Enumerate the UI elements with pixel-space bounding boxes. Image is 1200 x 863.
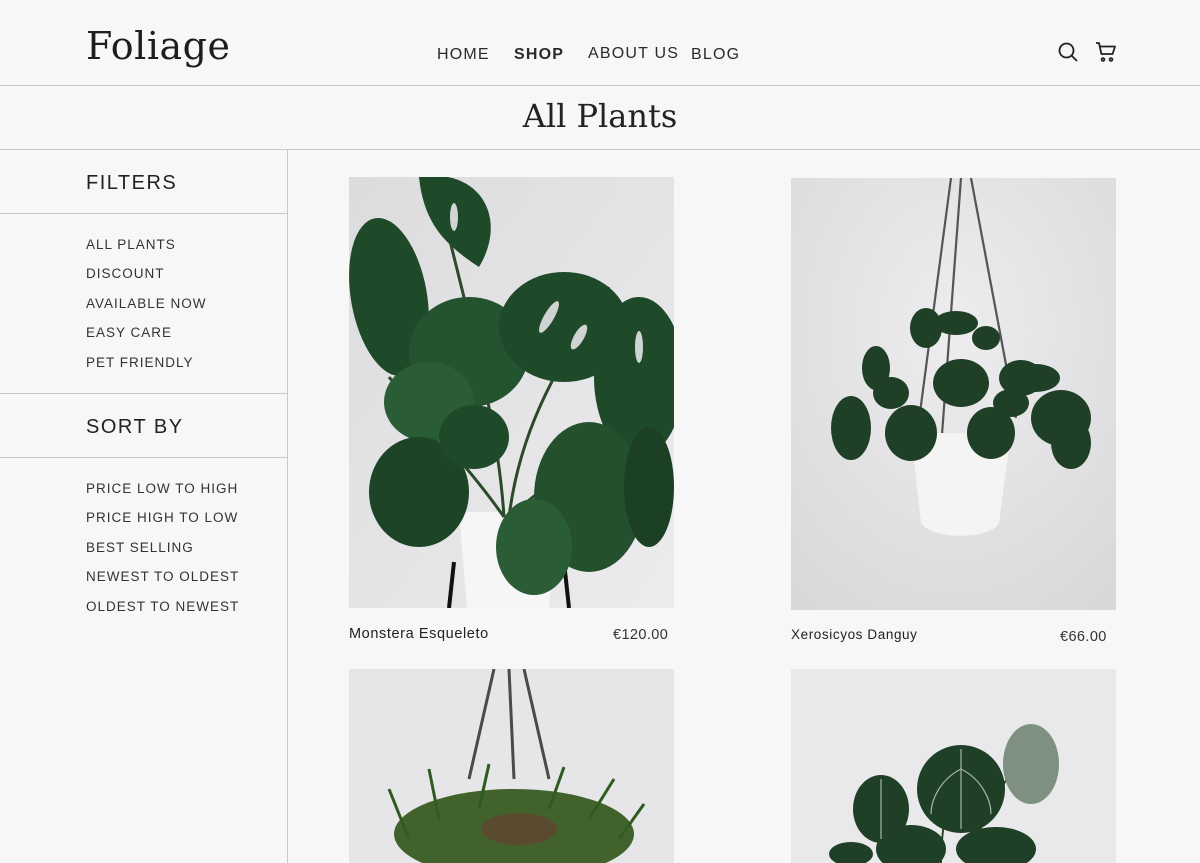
sort-oldest-newest[interactable]: OLDEST TO NEWEST — [86, 596, 287, 625]
sort-list: PRICE LOW TO HIGH PRICE HIGH TO LOW BEST… — [0, 458, 287, 637]
sort-heading: SORT BY — [0, 394, 287, 458]
filters-list: ALL PLANTS DISCOUNT AVAILABLE NOW EASY C… — [0, 214, 287, 394]
search-icon[interactable] — [1056, 40, 1080, 64]
nav-about-us[interactable]: ABOUT US — [588, 45, 679, 63]
sort-price-high-low[interactable]: PRICE HIGH TO LOW — [86, 507, 287, 536]
sort-newest-oldest[interactable]: NEWEST TO OLDEST — [86, 566, 287, 595]
page-title: All Plants — [522, 97, 678, 135]
filter-pet-friendly[interactable]: PET FRIENDLY — [86, 352, 287, 381]
cart-icon[interactable] — [1094, 40, 1118, 64]
sort-best-selling[interactable]: BEST SELLING — [86, 537, 287, 566]
product-price: €66.00 — [1060, 629, 1107, 645]
product-image-monstera[interactable] — [349, 177, 674, 608]
product-image-hanging-fern[interactable] — [349, 669, 674, 863]
product-name[interactable]: Monstera Esqueleto — [349, 626, 489, 642]
filter-all-plants[interactable]: ALL PLANTS — [86, 234, 287, 263]
page-title-bar: All Plants — [0, 86, 1200, 150]
filter-sidebar: FILTERS ALL PLANTS DISCOUNT AVAILABLE NO… — [0, 150, 288, 863]
filter-discount[interactable]: DISCOUNT — [86, 263, 287, 292]
site-header: Foliage HOME SHOP ABOUT US BLOG — [0, 0, 1200, 86]
filters-heading: FILTERS — [0, 150, 287, 214]
product-name[interactable]: Xerosicyos Danguy — [791, 627, 918, 642]
product-image-xerosicyos[interactable] — [791, 178, 1116, 610]
nav-blog[interactable]: BLOG — [691, 46, 740, 64]
brand-logo[interactable]: Foliage — [86, 24, 230, 68]
nav-shop[interactable]: SHOP — [514, 46, 564, 64]
filter-easy-care[interactable]: EASY CARE — [86, 322, 287, 351]
product-image-anthurium[interactable] — [791, 669, 1116, 863]
product-price: €120.00 — [613, 627, 669, 643]
nav-home[interactable]: HOME — [437, 46, 490, 64]
sort-price-low-high[interactable]: PRICE LOW TO HIGH — [86, 478, 287, 507]
filter-available-now[interactable]: AVAILABLE NOW — [86, 293, 287, 322]
